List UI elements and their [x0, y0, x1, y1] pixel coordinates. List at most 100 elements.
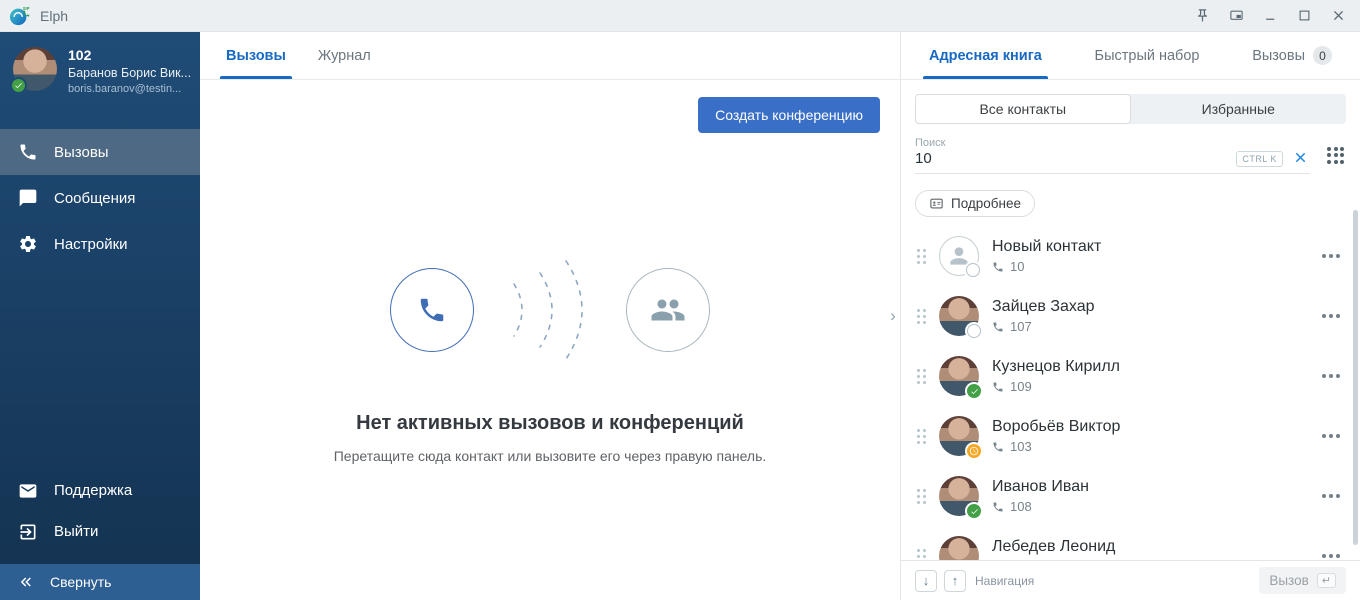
contact-name: Кузнецов Кирилл — [992, 358, 1305, 376]
collapse-sidebar-button[interactable]: Свернуть — [0, 564, 200, 600]
contact-number: 10 — [1010, 259, 1024, 274]
phone-icon — [992, 261, 1004, 273]
minimize-button[interactable] — [1256, 4, 1284, 28]
gear-icon — [18, 234, 38, 254]
contact-row[interactable]: Новый контакт 10 — [901, 226, 1360, 286]
sidebar-item-label: Сообщения — [54, 190, 135, 207]
tab-label: Журнал — [318, 48, 371, 64]
contact-number-row: 108 — [992, 499, 1305, 514]
contact-number-row: 107 — [992, 319, 1305, 334]
contact-menu-button[interactable] — [1318, 366, 1344, 386]
sidebar-item-support[interactable]: Поддержка — [0, 470, 200, 511]
contacts-filter-segmented: Все контакты Избранные — [915, 94, 1346, 124]
contact-menu-button[interactable] — [1318, 246, 1344, 266]
tab-label: Вызовы — [1252, 48, 1305, 64]
contact-number: 107 — [1010, 319, 1032, 334]
sidebar-item-settings[interactable]: Настройки — [0, 221, 200, 267]
segment-all-contacts[interactable]: Все контакты — [915, 94, 1131, 124]
tab-calls[interactable]: Вызовы — [210, 32, 302, 79]
contact-name: Зайцев Захар — [992, 298, 1305, 316]
drag-handle-icon[interactable] — [917, 489, 926, 504]
clear-search-button[interactable] — [1291, 148, 1310, 167]
sidebar-item-logout[interactable]: Выйти — [0, 511, 200, 552]
panel-scrollbar[interactable] — [1353, 210, 1358, 545]
contact-row[interactable]: Кузнецов Кирилл 109 — [901, 346, 1360, 406]
maximize-icon — [1297, 8, 1312, 23]
contact-name: Воробьёв Виктор — [992, 418, 1305, 436]
tab-label: Быстрый набор — [1095, 48, 1200, 64]
enter-key-icon: ↵ — [1317, 573, 1336, 588]
search-label: Поиск — [915, 137, 1228, 149]
details-button[interactable]: Подробнее — [915, 190, 1035, 217]
navigate-up-button[interactable]: ↑ — [944, 570, 966, 592]
call-button[interactable]: Вызов ↵ — [1259, 567, 1346, 594]
pin-icon — [1195, 8, 1210, 23]
maximize-button[interactable] — [1290, 4, 1318, 28]
minimize-icon — [1263, 8, 1278, 23]
navigate-down-button[interactable]: ↓ — [915, 570, 937, 592]
create-conference-button[interactable]: Создать конференцию — [698, 97, 880, 133]
clock-icon — [969, 446, 979, 456]
collapse-label: Свернуть — [50, 574, 111, 590]
call-button-label: Вызов — [1269, 573, 1308, 588]
user-profile[interactable]: 102 Баранов Борис Вик... boris.baranov@t… — [0, 32, 200, 111]
pin-button[interactable] — [1188, 4, 1216, 28]
contact-row[interactable]: Зайцев Захар 107 — [901, 286, 1360, 346]
app-logo: SIP — [8, 5, 32, 27]
dialpad-grid-button[interactable] — [1325, 145, 1346, 166]
display-mode-button[interactable] — [1222, 4, 1250, 28]
presence-badge — [967, 384, 981, 398]
contact-avatar — [939, 236, 979, 276]
segment-favorites[interactable]: Избранные — [1131, 94, 1347, 124]
contact-menu-button[interactable] — [1318, 426, 1344, 446]
drag-handle-icon[interactable] — [917, 309, 926, 324]
presence-badge — [967, 444, 981, 458]
calls-count-badge: 0 — [1313, 46, 1332, 65]
contact-number: 108 — [1010, 499, 1032, 514]
contact-row[interactable]: Воробьёв Виктор 103 — [901, 406, 1360, 466]
tab-journal[interactable]: Журнал — [302, 32, 387, 79]
search-input[interactable] — [915, 150, 1228, 167]
contacts-panel: Адресная книга Быстрый набор Вызовы 0 Вс… — [900, 32, 1360, 600]
sound-waves-icon — [498, 248, 602, 372]
drag-handle-icon[interactable] — [917, 369, 926, 384]
empty-state: Нет активных вызовов и конференций Перет… — [334, 248, 767, 464]
titlebar: SIP Elph — [0, 0, 1360, 32]
double-chevron-left-icon — [17, 573, 35, 591]
contact-menu-button[interactable] — [1318, 486, 1344, 506]
contact-menu-button[interactable] — [1318, 306, 1344, 326]
details-row: Подробнее — [915, 190, 1346, 220]
search-field[interactable]: Поиск CTRL K — [915, 137, 1310, 174]
tab-panel-calls[interactable]: Вызовы 0 — [1236, 32, 1348, 79]
contact-row[interactable]: Иванов Иван 108 — [901, 466, 1360, 526]
contact-row[interactable]: Лебедев Леонид 110 — [901, 526, 1360, 560]
contact-menu-button[interactable] — [1318, 546, 1344, 560]
svg-text:SIP: SIP — [23, 6, 30, 11]
user-email: boris.baranov@testin... — [68, 83, 191, 95]
check-icon — [970, 507, 979, 516]
empty-state-title: Нет активных вызовов и конференций — [356, 412, 744, 435]
drag-handle-icon[interactable] — [917, 429, 926, 444]
presence-badge — [967, 504, 981, 518]
drag-handle-icon[interactable] — [917, 249, 926, 264]
conference-circle-icon — [626, 268, 710, 352]
search-row: Поиск CTRL K — [915, 133, 1346, 177]
sidebar: 102 Баранов Борис Вик... boris.baranov@t… — [0, 32, 200, 600]
details-button-label: Подробнее — [951, 196, 1021, 211]
sidebar-item-calls[interactable]: Вызовы — [0, 129, 200, 175]
sidebar-menu: Вызовы Сообщения Настройки — [0, 129, 200, 267]
phone-icon — [992, 441, 1004, 453]
panel-collapse-handle[interactable]: › — [886, 303, 900, 329]
user-extension: 102 — [68, 47, 191, 63]
phone-icon — [992, 381, 1004, 393]
drag-handle-icon[interactable] — [917, 549, 926, 561]
sidebar-item-messages[interactable]: Сообщения — [0, 175, 200, 221]
app-window: SIP Elph — [0, 0, 1360, 600]
tab-speed-dial[interactable]: Быстрый набор — [1079, 32, 1216, 79]
contact-avatar — [939, 356, 979, 396]
sidebar-item-label: Вызовы — [54, 144, 109, 161]
sidebar-item-label: Настройки — [54, 236, 128, 253]
close-icon — [1293, 150, 1308, 165]
tab-address-book[interactable]: Адресная книга — [913, 32, 1058, 79]
close-button[interactable] — [1324, 4, 1352, 28]
